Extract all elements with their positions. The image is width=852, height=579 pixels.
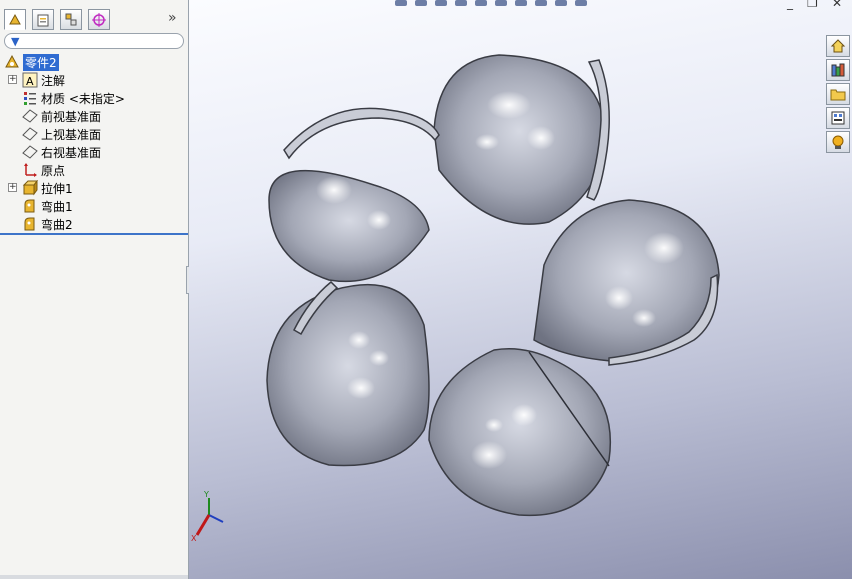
design-library-tab[interactable]	[826, 59, 850, 81]
bottom-tabs[interactable]	[0, 575, 188, 579]
plane-icon	[22, 144, 38, 160]
tree-item-flex2[interactable]: 弯曲2	[22, 215, 73, 233]
tree-item-label: 原点	[41, 163, 66, 178]
expand-icon[interactable]: +	[8, 183, 17, 192]
flex-icon	[22, 198, 38, 214]
part-icon	[4, 54, 20, 70]
propertymanager-tab[interactable]	[32, 9, 54, 30]
tree-item-top-plane[interactable]: 上视基准面	[22, 125, 101, 143]
tree-item-material[interactable]: 材质 <未指定>	[22, 89, 125, 107]
feature-manager-panel: » ▼ 零件2 + A 注解 材质 <未指定> 前视基准面 上视基准面 右视基准…	[0, 0, 189, 579]
tree-item-label: 材质 <未指定>	[41, 91, 125, 106]
tree-item-flex1[interactable]: 弯曲1	[22, 197, 73, 215]
model-viewport: Y X	[191, 54, 720, 543]
appearances-tab[interactable]	[826, 131, 850, 153]
tree-item-right-plane[interactable]: 右视基准面	[22, 143, 101, 161]
tree-item-front-plane[interactable]: 前视基准面	[22, 107, 101, 125]
panel-tabs: »	[0, 6, 188, 32]
filter-icon: ▼	[11, 35, 20, 48]
tree-item-label: 拉伸1	[41, 181, 73, 196]
tree-filter-input[interactable]: ▼	[4, 33, 184, 49]
tree-item-label: 弯曲2	[41, 217, 73, 232]
tree-item-annotations[interactable]: + A 注解	[8, 71, 66, 89]
file-explorer-icon	[830, 89, 846, 101]
configurationmanager-tab[interactable]	[60, 9, 82, 30]
tree-item-label: 右视基准面	[41, 145, 102, 160]
propertymanager-icon	[37, 14, 49, 26]
svg-text:Y: Y	[203, 490, 209, 499]
expand-icon[interactable]: +	[8, 75, 17, 84]
tree-item-extrude1[interactable]: + 拉伸1	[8, 179, 73, 197]
origin-icon	[22, 162, 38, 178]
view-palette-tab[interactable]	[826, 107, 850, 129]
file-explorer-tab[interactable]	[826, 83, 850, 105]
material-icon	[22, 90, 38, 106]
tree-root-part[interactable]: 零件2	[4, 53, 59, 71]
home-tab[interactable]	[826, 35, 850, 57]
plane-icon	[22, 126, 38, 142]
view-palette-icon	[831, 111, 845, 125]
extrude-icon	[22, 180, 38, 196]
more-tabs-icon[interactable]: »	[168, 10, 177, 26]
svg-text:A: A	[26, 75, 34, 88]
dimxpert-icon	[92, 12, 106, 27]
annotation-icon: A	[22, 72, 38, 88]
tree-item-label: 弯曲1	[41, 199, 73, 214]
tree-root-label: 零件2	[23, 53, 59, 71]
featuremanager-icon	[9, 13, 21, 24]
tree-item-label: 注解	[41, 73, 66, 88]
flex-icon	[22, 216, 38, 232]
graphics-area[interactable]: _ ❐ ✕ Y X	[189, 0, 852, 579]
dimxpert-tab[interactable]	[88, 9, 110, 30]
configurationmanager-icon	[65, 13, 77, 25]
home-icon	[830, 39, 846, 53]
plane-icon	[22, 108, 38, 124]
featuremanager-tab[interactable]	[4, 9, 26, 30]
tree-item-label: 前视基准面	[41, 109, 102, 124]
design-library-icon	[831, 63, 845, 77]
tree-item-origin[interactable]: 原点	[22, 161, 65, 179]
tree-item-label: 上视基准面	[41, 127, 102, 142]
coordinate-triad: Y X	[191, 490, 224, 543]
svg-text:X: X	[191, 534, 197, 543]
rollback-bar[interactable]	[0, 233, 188, 235]
appearances-icon	[832, 135, 844, 149]
